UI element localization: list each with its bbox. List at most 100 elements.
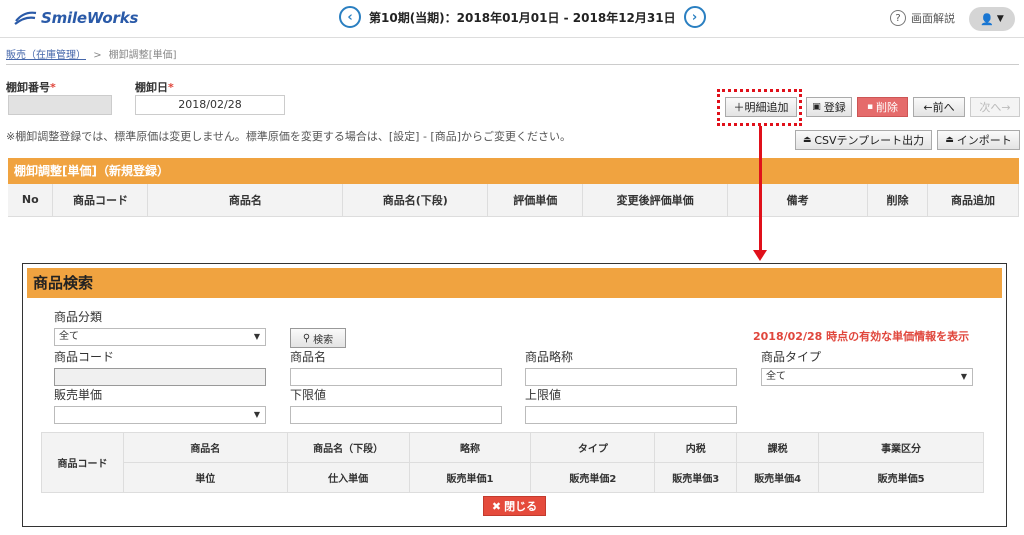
upper-limit-input[interactable] bbox=[525, 406, 737, 424]
smileworks-logo-icon bbox=[14, 11, 37, 25]
inventory-date-label: 棚卸日* bbox=[135, 79, 174, 95]
col-type: タイプ bbox=[530, 432, 656, 463]
product-abbr-label: 商品略称 bbox=[525, 350, 574, 364]
col-remarks: 備考 bbox=[727, 184, 869, 217]
save-icon: ▣ bbox=[812, 102, 821, 112]
product-code-input[interactable] bbox=[54, 368, 266, 386]
category-value: 全て bbox=[59, 331, 79, 342]
col-valuation-price: 評価単価 bbox=[487, 184, 584, 217]
search-results-table: 商品コード 商品名 商品名（下段） 略称 タイプ 内税 課税 事業区分 単位 仕… bbox=[41, 432, 984, 493]
breadcrumb-current: 棚卸調整[単価] bbox=[108, 50, 177, 61]
top-bar: SmileWorks ‹ 第10期(当期)：2018年01月01日 - 2018… bbox=[0, 0, 1024, 38]
caret-down-icon: ▼ bbox=[960, 372, 967, 381]
close-button[interactable]: ✖ 閉じる bbox=[483, 496, 546, 516]
breadcrumb-parent[interactable]: 販売（在庫管理） bbox=[6, 50, 86, 61]
register-label: 登録 bbox=[823, 101, 846, 114]
csv-template-label: CSVテンプレート出力 bbox=[814, 134, 925, 147]
required-mark: * bbox=[50, 81, 56, 94]
table-header-row: 単位 仕入単価 販売単価1 販売単価2 販売単価3 販売単価4 販売単価5 bbox=[42, 462, 984, 493]
col-product-name: 商品名 bbox=[122, 432, 288, 463]
product-code-label: 商品コード bbox=[54, 350, 115, 364]
chevron-right-icon[interactable]: › bbox=[683, 6, 706, 28]
col-sales-price-1: 販売単価1 bbox=[408, 462, 532, 493]
col-purchase-price: 仕入単価 bbox=[286, 462, 410, 493]
import-label: インポート bbox=[956, 134, 1012, 147]
col-taxable: 課税 bbox=[736, 432, 820, 463]
col-sales-price-3: 販売単価3 bbox=[654, 462, 738, 493]
product-type-select[interactable]: 全て ▼ bbox=[761, 368, 973, 386]
col-product-code: 商品コード bbox=[41, 432, 124, 493]
trash-icon: ▪ bbox=[866, 102, 874, 112]
caret-down-icon: ▼ bbox=[253, 332, 260, 341]
help-label: 画面解説 bbox=[911, 12, 955, 25]
upload-icon: ⏏ bbox=[945, 135, 954, 145]
table-header-row: 商品コード 商品名 商品名（下段） 略称 タイプ 内税 課税 事業区分 bbox=[41, 432, 984, 493]
product-abbr-input[interactable] bbox=[525, 368, 737, 386]
inventory-date-label-text: 棚卸日 bbox=[135, 81, 168, 94]
col-add-product: 商品追加 bbox=[927, 184, 1019, 217]
col-sales-price-5: 販売単価5 bbox=[818, 462, 984, 493]
highlight-box bbox=[717, 89, 802, 126]
question-icon: ? bbox=[890, 10, 906, 26]
sales-price-select[interactable]: ▼ bbox=[54, 406, 266, 424]
info-note: ※棚卸調整登録では、標準原価は変更しません。標準原価を変更する場合は、[設定] … bbox=[6, 130, 572, 143]
col-unit: 単位 bbox=[122, 462, 288, 493]
search-icon: ⚲ bbox=[302, 332, 311, 344]
breadcrumb-separator: > bbox=[93, 50, 102, 61]
col-new-valuation-price: 変更後評価単価 bbox=[582, 184, 729, 217]
inventory-no-label: 棚卸番号* bbox=[6, 79, 56, 95]
user-icon: 👤 bbox=[980, 12, 994, 26]
app-logo[interactable]: SmileWorks bbox=[14, 9, 138, 27]
col-product-code: 商品コード bbox=[52, 184, 149, 217]
col-tax-included: 内税 bbox=[654, 432, 738, 463]
period-switcher: ‹ 第10期(当期)：2018年01月01日 - 2018年12月31日 › bbox=[339, 6, 706, 28]
next-button: 次へ→ bbox=[970, 97, 1020, 117]
col-product-name-lower: 商品名(下段) bbox=[342, 184, 489, 217]
sales-price-label: 販売単価 bbox=[54, 388, 103, 402]
inventory-no-label-text: 棚卸番号 bbox=[6, 81, 50, 94]
category-label: 商品分類 bbox=[54, 310, 103, 324]
delete-button[interactable]: ▪ 削除 bbox=[857, 97, 908, 117]
logo-text: SmileWorks bbox=[41, 9, 139, 27]
col-abbr: 略称 bbox=[408, 432, 532, 463]
col-no: No bbox=[8, 184, 54, 217]
help-link[interactable]: ? 画面解説 bbox=[890, 10, 955, 26]
product-name-label: 商品名 bbox=[290, 350, 327, 364]
product-name-input[interactable] bbox=[290, 368, 502, 386]
csv-template-button[interactable]: ⏏ CSVテンプレート出力 bbox=[795, 130, 932, 150]
col-business-type: 事業区分 bbox=[818, 432, 984, 463]
delete-label: 削除 bbox=[876, 101, 899, 114]
product-type-value: 全て bbox=[766, 371, 786, 382]
lower-limit-label: 下限値 bbox=[290, 388, 327, 402]
caret-down-icon: ▼ bbox=[253, 410, 260, 419]
inventory-date-field[interactable]: 2018/02/28 bbox=[135, 95, 285, 115]
col-sales-price-2: 販売単価2 bbox=[530, 462, 656, 493]
divider bbox=[6, 64, 1019, 65]
inventory-no-field bbox=[8, 95, 112, 115]
col-product-name: 商品名 bbox=[147, 184, 344, 217]
required-mark: * bbox=[168, 81, 174, 94]
callout-arrow-head bbox=[753, 250, 767, 261]
col-product-name-lower: 商品名（下段） bbox=[286, 432, 410, 463]
breadcrumb: 販売（在庫管理） > 棚卸調整[単価] bbox=[6, 46, 177, 61]
search-button[interactable]: ⚲ 検索 bbox=[290, 328, 346, 348]
product-type-label: 商品タイプ bbox=[761, 350, 822, 364]
import-button[interactable]: ⏏ インポート bbox=[937, 130, 1020, 150]
close-icon: ✖ bbox=[491, 499, 502, 513]
upper-limit-label: 上限値 bbox=[525, 388, 562, 402]
register-button[interactable]: ▣ 登録 bbox=[806, 97, 852, 117]
panel-title: 棚卸調整[単価]（新規登録） bbox=[8, 158, 1019, 184]
chevron-left-icon[interactable]: ‹ bbox=[339, 6, 361, 28]
category-select[interactable]: 全て ▼ bbox=[54, 328, 266, 346]
upload-icon: ⏏ bbox=[802, 135, 812, 145]
callout-arrow-line bbox=[759, 126, 762, 252]
search-label: 検索 bbox=[313, 334, 334, 346]
user-menu-button[interactable]: 👤 ▼ bbox=[969, 7, 1015, 31]
fiscal-period: 第10期(当期)：2018年01月01日 - 2018年12月31日 bbox=[369, 10, 676, 25]
detail-table: No 商品コード 商品名 商品名(下段) 評価単価 変更後評価単価 備考 削除 … bbox=[8, 184, 1019, 217]
col-sales-price-4: 販売単価4 bbox=[736, 462, 820, 493]
prev-button[interactable]: ←前へ bbox=[913, 97, 965, 117]
price-info-text: 2018/02/28 時点の有効な単価情報を表示 bbox=[753, 330, 970, 343]
close-label: 閉じる bbox=[504, 500, 538, 513]
lower-limit-input[interactable] bbox=[290, 406, 502, 424]
